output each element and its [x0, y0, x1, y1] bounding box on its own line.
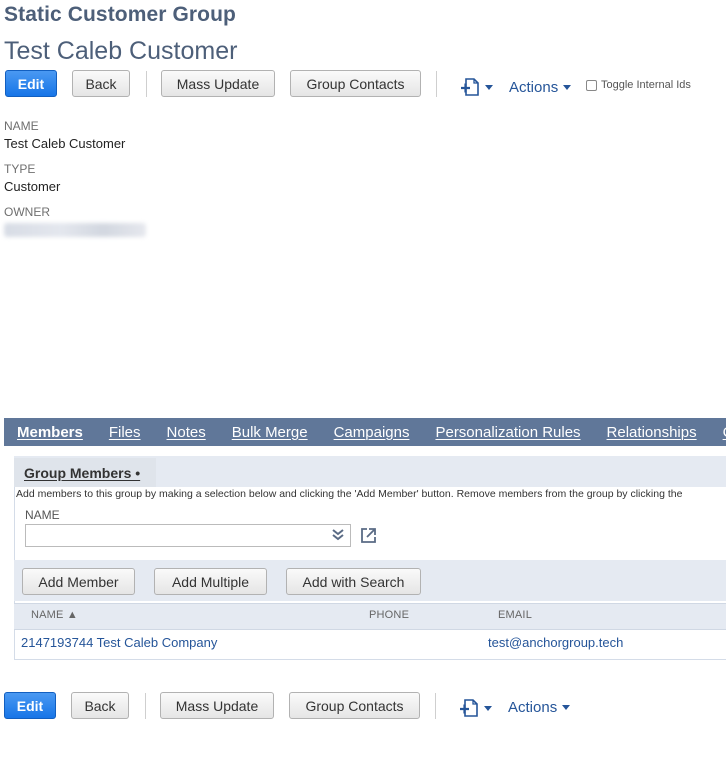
group-members-subtab[interactable]: Group Members • [14, 458, 156, 487]
double-chevron-down-icon[interactable] [332, 528, 344, 542]
add-with-search-button[interactable]: Add with Search [286, 568, 421, 595]
add-member-button[interactable]: Add Member [22, 568, 135, 595]
tab-notes[interactable]: Notes [154, 424, 219, 441]
caret-down-icon [563, 85, 572, 90]
group-contacts-button[interactable]: Group Contacts [290, 70, 421, 97]
toggle-internal-ids-checkbox[interactable] [586, 79, 597, 91]
toolbar-divider [435, 693, 436, 719]
subtab-bar: Members Files Notes Bulk Merge Campaigns… [4, 418, 726, 446]
member-name-label: NAME [25, 508, 60, 522]
edit-button[interactable]: Edit [5, 70, 57, 97]
mass-update-button-bottom[interactable]: Mass Update [160, 692, 274, 719]
name-value: Test Caleb Customer [4, 136, 126, 151]
new-document-icon[interactable] [460, 77, 494, 102]
new-document-icon[interactable] [459, 698, 493, 723]
caret-down-icon [562, 705, 571, 710]
member-row-email-link[interactable]: test@anchorgroup.tech [488, 635, 623, 650]
back-button-bottom[interactable]: Back [71, 692, 129, 719]
group-contacts-button-bottom[interactable]: Group Contacts [289, 692, 420, 719]
open-external-icon[interactable] [360, 527, 377, 549]
column-name-header[interactable]: NAME ▲ [31, 609, 78, 621]
back-button[interactable]: Back [72, 70, 130, 97]
toolbar-divider [145, 693, 146, 719]
record-type-title: Static Customer Group [4, 3, 236, 26]
record-name-title: Test Caleb Customer [4, 37, 238, 65]
toggle-internal-ids[interactable]: Toggle Internal Ids [586, 79, 691, 91]
owner-value-redacted [4, 223, 146, 237]
owner-label: OWNER [4, 205, 50, 219]
type-label: TYPE [4, 162, 36, 176]
member-row-name-link[interactable]: 2147193744 Test Caleb Company [21, 635, 217, 650]
toolbar-divider [146, 71, 147, 97]
tab-personalization-rules[interactable]: Personalization Rules [422, 424, 593, 441]
add-multiple-button[interactable]: Add Multiple [154, 568, 267, 595]
toggle-internal-ids-label: Toggle Internal Ids [601, 79, 691, 91]
toolbar-divider [436, 71, 437, 97]
tab-custom[interactable]: Custom [710, 424, 726, 441]
column-phone-header[interactable]: PHONE [369, 609, 409, 621]
tab-campaigns[interactable]: Campaigns [321, 424, 423, 441]
actions-menu-bottom[interactable]: Actions [508, 699, 571, 716]
mass-update-button[interactable]: Mass Update [161, 70, 275, 97]
column-email-header[interactable]: EMAIL [498, 609, 532, 621]
actions-label: Actions [509, 79, 559, 96]
name-label: NAME [4, 119, 39, 133]
tab-files[interactable]: Files [96, 424, 154, 441]
type-value: Customer [4, 179, 61, 194]
tab-relationships[interactable]: Relationships [594, 424, 710, 441]
group-members-subtab-label: Group Members • [24, 464, 141, 481]
actions-label: Actions [508, 699, 558, 716]
tab-bulk-merge[interactable]: Bulk Merge [219, 424, 321, 441]
edit-button-bottom[interactable]: Edit [4, 692, 56, 719]
tab-members[interactable]: Members [4, 424, 96, 441]
member-name-select[interactable] [25, 524, 351, 547]
members-help-text: Add members to this group by making a se… [16, 488, 683, 500]
actions-menu[interactable]: Actions [509, 79, 572, 96]
